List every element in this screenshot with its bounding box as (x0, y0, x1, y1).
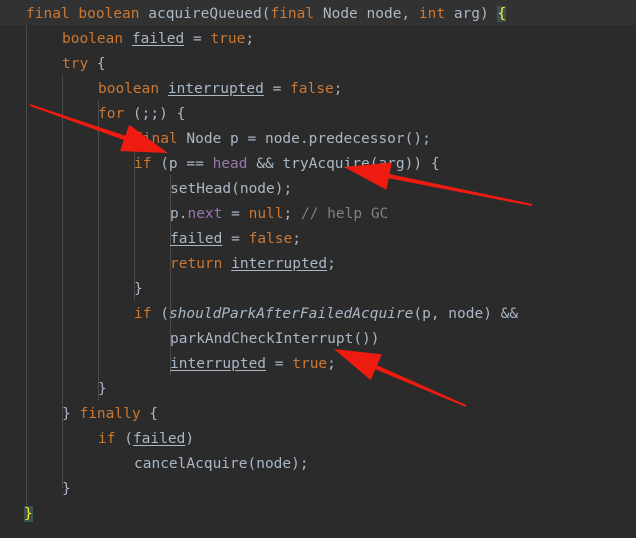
code-token: ( (115, 431, 133, 447)
code-line[interactable]: } finally { (0, 402, 158, 427)
code-token: boolean (62, 31, 132, 47)
code-token: final (134, 131, 187, 147)
code-token: null (248, 206, 284, 222)
code-line[interactable]: final Node p = node.predecessor(); (0, 127, 431, 152)
code-token: next (187, 206, 223, 222)
code-token: (p, node) && (413, 306, 519, 322)
code-editor-viewport[interactable]: final boolean acquireQueued ( final Node n… (0, 0, 636, 538)
code-token: final (26, 6, 79, 22)
code-line[interactable]: } (0, 477, 71, 502)
code-token: } (24, 506, 33, 522)
code-token: parkAndCheckInterrupt()) (170, 331, 380, 347)
code-token: false (248, 231, 293, 247)
code-token: Node node, (322, 6, 419, 22)
code-token: boolean (78, 6, 149, 22)
code-token: ; (283, 206, 301, 222)
code-line[interactable]: } (0, 377, 107, 402)
code-line[interactable]: } (0, 502, 33, 527)
code-token: boolean (98, 81, 168, 97)
code-token: if (98, 431, 116, 447)
code-token: = (222, 231, 249, 247)
code-token: = (266, 356, 293, 372)
code-token: ; (327, 256, 336, 272)
code-token: for (98, 106, 125, 122)
code-token: } (98, 381, 107, 397)
code-token: setHead(node); (170, 181, 293, 197)
code-token: interrupted (167, 81, 264, 97)
code-token: { (140, 406, 159, 422)
arrow-to-parkandcheckinterrupt (334, 349, 467, 407)
code-line[interactable]: p.next = null; // help GC (0, 202, 388, 227)
code-line[interactable]: parkAndCheckInterrupt()) (0, 327, 380, 352)
code-line[interactable]: if (p == head && tryAcquire(arg)) { (0, 152, 440, 177)
code-token: { (497, 6, 507, 22)
code-token: true (210, 31, 246, 47)
code-token: (;;) { (124, 106, 186, 122)
code-token: ( (151, 306, 169, 322)
code-line[interactable]: final boolean acquireQueued(final Node n… (0, 2, 507, 27)
code-token: acquireQueued (148, 6, 262, 22)
code-line[interactable]: failed = false; (0, 227, 301, 252)
code-token: { (88, 56, 106, 72)
code-token: int (418, 6, 454, 22)
code-token: Node p = node.predecessor(); (186, 131, 431, 147)
code-line[interactable]: boolean interrupted = false; (0, 77, 342, 102)
code-token: } (134, 281, 143, 297)
code-token: cancelAcquire(node); (134, 456, 309, 472)
code-token: = (263, 81, 291, 97)
code-token: if (134, 156, 152, 172)
code-token: interrupted (231, 256, 328, 272)
code-line[interactable]: for (;;) { (0, 102, 185, 127)
code-token: arg) (453, 6, 498, 22)
code-token: } (62, 481, 71, 497)
code-token: p. (170, 206, 188, 222)
code-token: (p == (151, 156, 213, 172)
code-token: failed (132, 431, 186, 447)
code-line[interactable]: interrupted = true; (0, 352, 336, 377)
code-line[interactable]: try { (0, 52, 106, 77)
code-line[interactable]: } (0, 277, 143, 302)
code-token: ; (333, 81, 343, 97)
code-token: final (270, 6, 323, 22)
code-token: } (62, 406, 80, 422)
code-token: interrupted (170, 356, 267, 372)
code-token: failed (170, 231, 223, 247)
code-token: ; (292, 231, 301, 247)
code-token: // help GC (300, 206, 389, 222)
code-token: ) (185, 431, 195, 447)
code-line[interactable]: if (shouldParkAfterFailedAcquire(p, node… (0, 302, 518, 327)
code-token: ; (327, 356, 336, 372)
code-line[interactable]: return interrupted; (0, 252, 336, 277)
code-token: false (290, 81, 334, 97)
code-token: && tryAcquire(arg)) { (247, 156, 440, 172)
code-token: head (212, 156, 248, 172)
code-token: ; (245, 31, 255, 47)
code-line[interactable]: if (failed) (0, 427, 194, 452)
code-line[interactable]: setHead(node); (0, 177, 292, 202)
code-line[interactable]: boolean failed = true; (0, 27, 254, 52)
code-token: failed (131, 31, 185, 47)
code-token: = (184, 31, 211, 47)
code-token: try (62, 56, 89, 72)
code-token: return (170, 256, 232, 272)
code-token: finally (79, 406, 141, 422)
code-token: = (222, 206, 249, 222)
code-token: shouldParkAfterFailedAcquire (168, 306, 414, 322)
code-line[interactable]: cancelAcquire(node); (0, 452, 309, 477)
code-token: true (292, 356, 328, 372)
code-token: if (134, 306, 152, 322)
